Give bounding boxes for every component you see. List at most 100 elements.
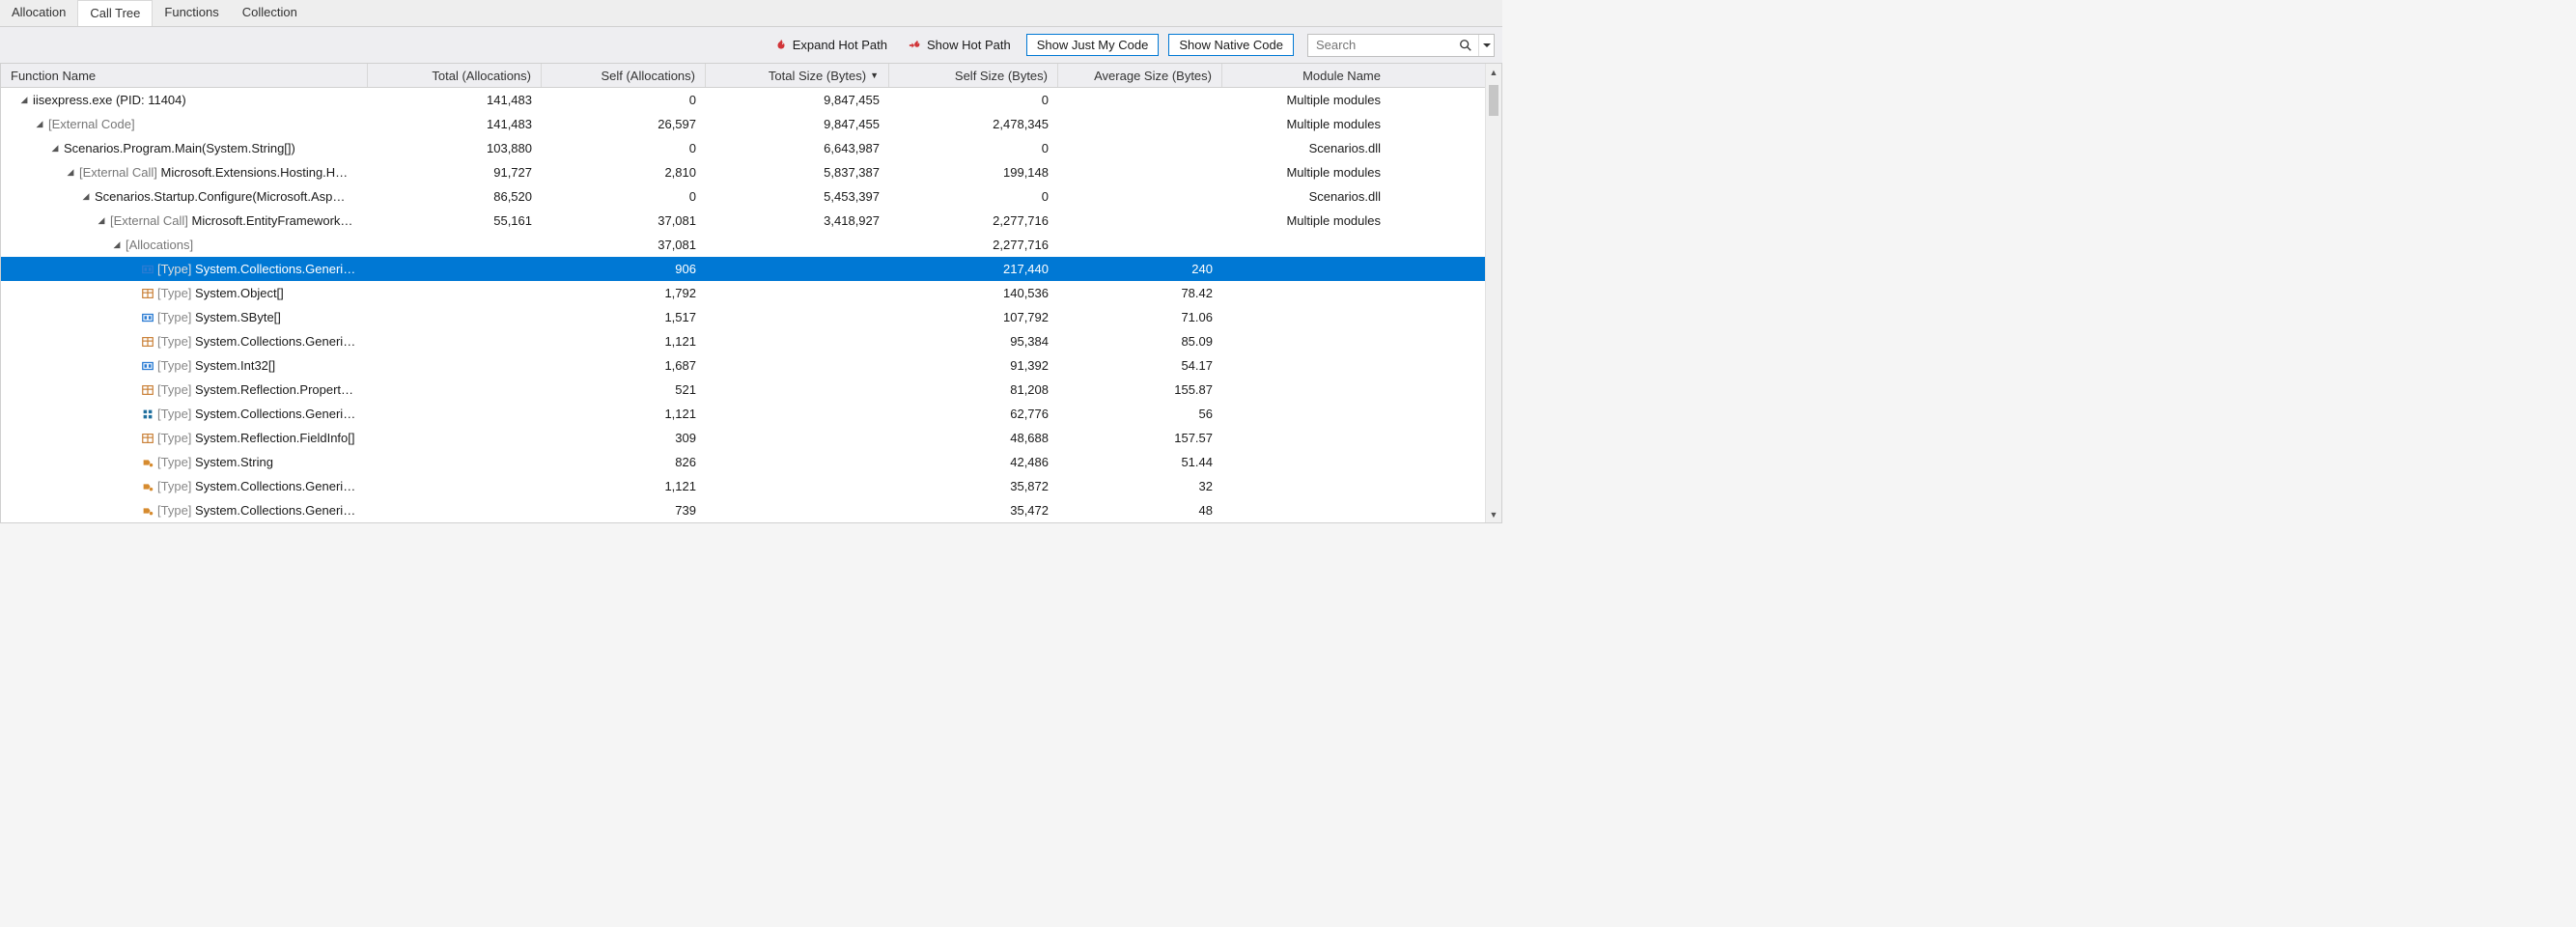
expander-icon[interactable]: ◢ [18,95,30,106]
cell-module [1222,378,1390,402]
col-self-allocations[interactable]: Self (Allocations) [542,64,706,87]
cell-total: 103,880 [368,136,542,160]
expander-icon[interactable]: ◢ [80,191,92,203]
table-row[interactable]: ◢[External Code]141,48326,5979,847,4552,… [1,112,1501,136]
scroll-down-arrow[interactable]: ▼ [1486,506,1501,522]
table-row[interactable]: [Type] System.Reflection.Propert…52181,2… [1,378,1501,402]
cell-self: 739 [542,498,706,522]
cell-avg: 157.57 [1058,426,1222,450]
expander-icon [126,384,138,396]
cell-self: 26,597 [542,112,706,136]
col-self-size-bytes[interactable]: Self Size (Bytes) [889,64,1058,87]
table-row[interactable]: [Type] System.Collections.Generi…1,12195… [1,329,1501,353]
expander-icon [126,264,138,275]
expander-icon[interactable]: ◢ [111,239,123,251]
cell-self: 906 [542,257,706,281]
cell-avg: 78.42 [1058,281,1222,305]
class-orange-icon [141,504,154,518]
expander-icon[interactable]: ◢ [34,119,45,130]
table-row[interactable]: ◢[External Call] Microsoft.EntityFramewo… [1,209,1501,233]
cell-total [368,305,542,329]
cell-avg: 48 [1058,498,1222,522]
cell-self_size: 0 [889,88,1058,112]
table-row[interactable]: [Type] System.Reflection.FieldInfo[]3094… [1,426,1501,450]
table-row[interactable]: [Type] System.Int32[]1,68791,39254.17 [1,353,1501,378]
table-row[interactable]: [Type] System.Collections.Generi…1,12162… [1,402,1501,426]
cell-total_size [706,402,889,426]
row-name: Scenarios.Startup.Configure(Microsoft.As… [95,189,345,204]
cell-self_size: 199,148 [889,160,1058,184]
cell-total_size [706,281,889,305]
tab-functions[interactable]: Functions [153,0,230,26]
cell-avg [1058,112,1222,136]
row-name: [Type] System.Object[] [157,286,284,300]
cell-total_size [706,450,889,474]
expand-hot-path-link[interactable]: Expand Hot Path [769,38,893,52]
row-name: [Type] System.Collections.Generi… [157,503,355,518]
col-module-name[interactable]: Module Name [1222,64,1390,87]
cell-self: 521 [542,378,706,402]
vertical-scrollbar[interactable]: ▲ ▼ [1485,64,1501,522]
cell-self: 1,792 [542,281,706,305]
show-hot-path-label: Show Hot Path [927,38,1011,52]
expander-icon [126,505,138,517]
col-total-allocations[interactable]: Total (Allocations) [368,64,542,87]
table-row[interactable]: [Type] System.String82642,48651.44 [1,450,1501,474]
tab-collection[interactable]: Collection [231,0,309,26]
search-input[interactable] [1308,35,1453,56]
col-average-size-bytes[interactable]: Average Size (Bytes) [1058,64,1222,87]
cell-avg [1058,233,1222,257]
show-hot-path-link[interactable]: Show Hot Path [903,38,1017,52]
scroll-up-arrow[interactable]: ▲ [1486,64,1501,80]
expander-icon [126,288,138,299]
cell-total_size: 3,418,927 [706,209,889,233]
row-name: [Type] System.String [157,455,273,469]
scroll-thumb[interactable] [1489,85,1498,116]
cell-module [1222,474,1390,498]
table-row[interactable]: ◢[External Call] Microsoft.Extensions.Ho… [1,160,1501,184]
row-name: [Type] System.Int32[] [157,358,275,373]
search-dropdown[interactable] [1478,35,1494,56]
expander-icon[interactable]: ◢ [96,215,107,227]
cell-total_size [706,329,889,353]
cell-self_size: 217,440 [889,257,1058,281]
expander-icon[interactable]: ◢ [49,143,61,154]
row-name: iisexpress.exe (PID: 11404) [33,93,186,107]
tab-call-tree[interactable]: Call Tree [77,0,153,26]
col-total-size-bytes[interactable]: Total Size (Bytes)▼ [706,64,889,87]
col-function-name[interactable]: Function Name [1,64,368,87]
tab-bar: AllocationCall TreeFunctionsCollection [0,0,1502,27]
search-button[interactable] [1453,35,1478,56]
tab-allocation[interactable]: Allocation [0,0,77,26]
cell-module: Multiple modules [1222,209,1390,233]
table-row[interactable]: [Type] System.SByte[]1,517107,79271.06 [1,305,1501,329]
table-row[interactable]: ◢Scenarios.Startup.Configure(Microsoft.A… [1,184,1501,209]
expander-icon [126,336,138,348]
cell-total_size: 6,643,987 [706,136,889,160]
cell-avg: 56 [1058,402,1222,426]
table-row[interactable]: ◢Scenarios.Program.Main(System.String[])… [1,136,1501,160]
table-row[interactable]: [Type] System.Collections.Generi…1,12135… [1,474,1501,498]
chevron-down-icon [1483,42,1491,49]
table-row[interactable]: ◢[Allocations]37,0812,277,716 [1,233,1501,257]
class-blue-icon [141,263,154,276]
struct-icon [141,432,154,445]
cell-module: Multiple modules [1222,88,1390,112]
cell-total: 141,483 [368,112,542,136]
cell-avg: 155.87 [1058,378,1222,402]
table-row[interactable]: [Type] System.Collections.Generi…906217,… [1,257,1501,281]
cell-total [368,474,542,498]
row-name: [Type] System.Collections.Generi… [157,479,355,493]
show-native-code-button[interactable]: Show Native Code [1168,34,1294,56]
table-row[interactable]: [Type] System.Object[]1,792140,53678.42 [1,281,1501,305]
table-row[interactable]: ◢iisexpress.exe (PID: 11404)141,48309,84… [1,88,1501,112]
row-name: [Type] System.Reflection.FieldInfo[] [157,431,355,445]
expander-icon [126,312,138,323]
expander-icon[interactable]: ◢ [65,167,76,179]
show-just-my-code-button[interactable]: Show Just My Code [1026,34,1160,56]
row-name: [Allocations] [126,238,193,252]
cell-self: 0 [542,184,706,209]
table-row[interactable]: [Type] System.Collections.Generi…73935,4… [1,498,1501,522]
cell-total [368,329,542,353]
cell-total_size [706,233,889,257]
